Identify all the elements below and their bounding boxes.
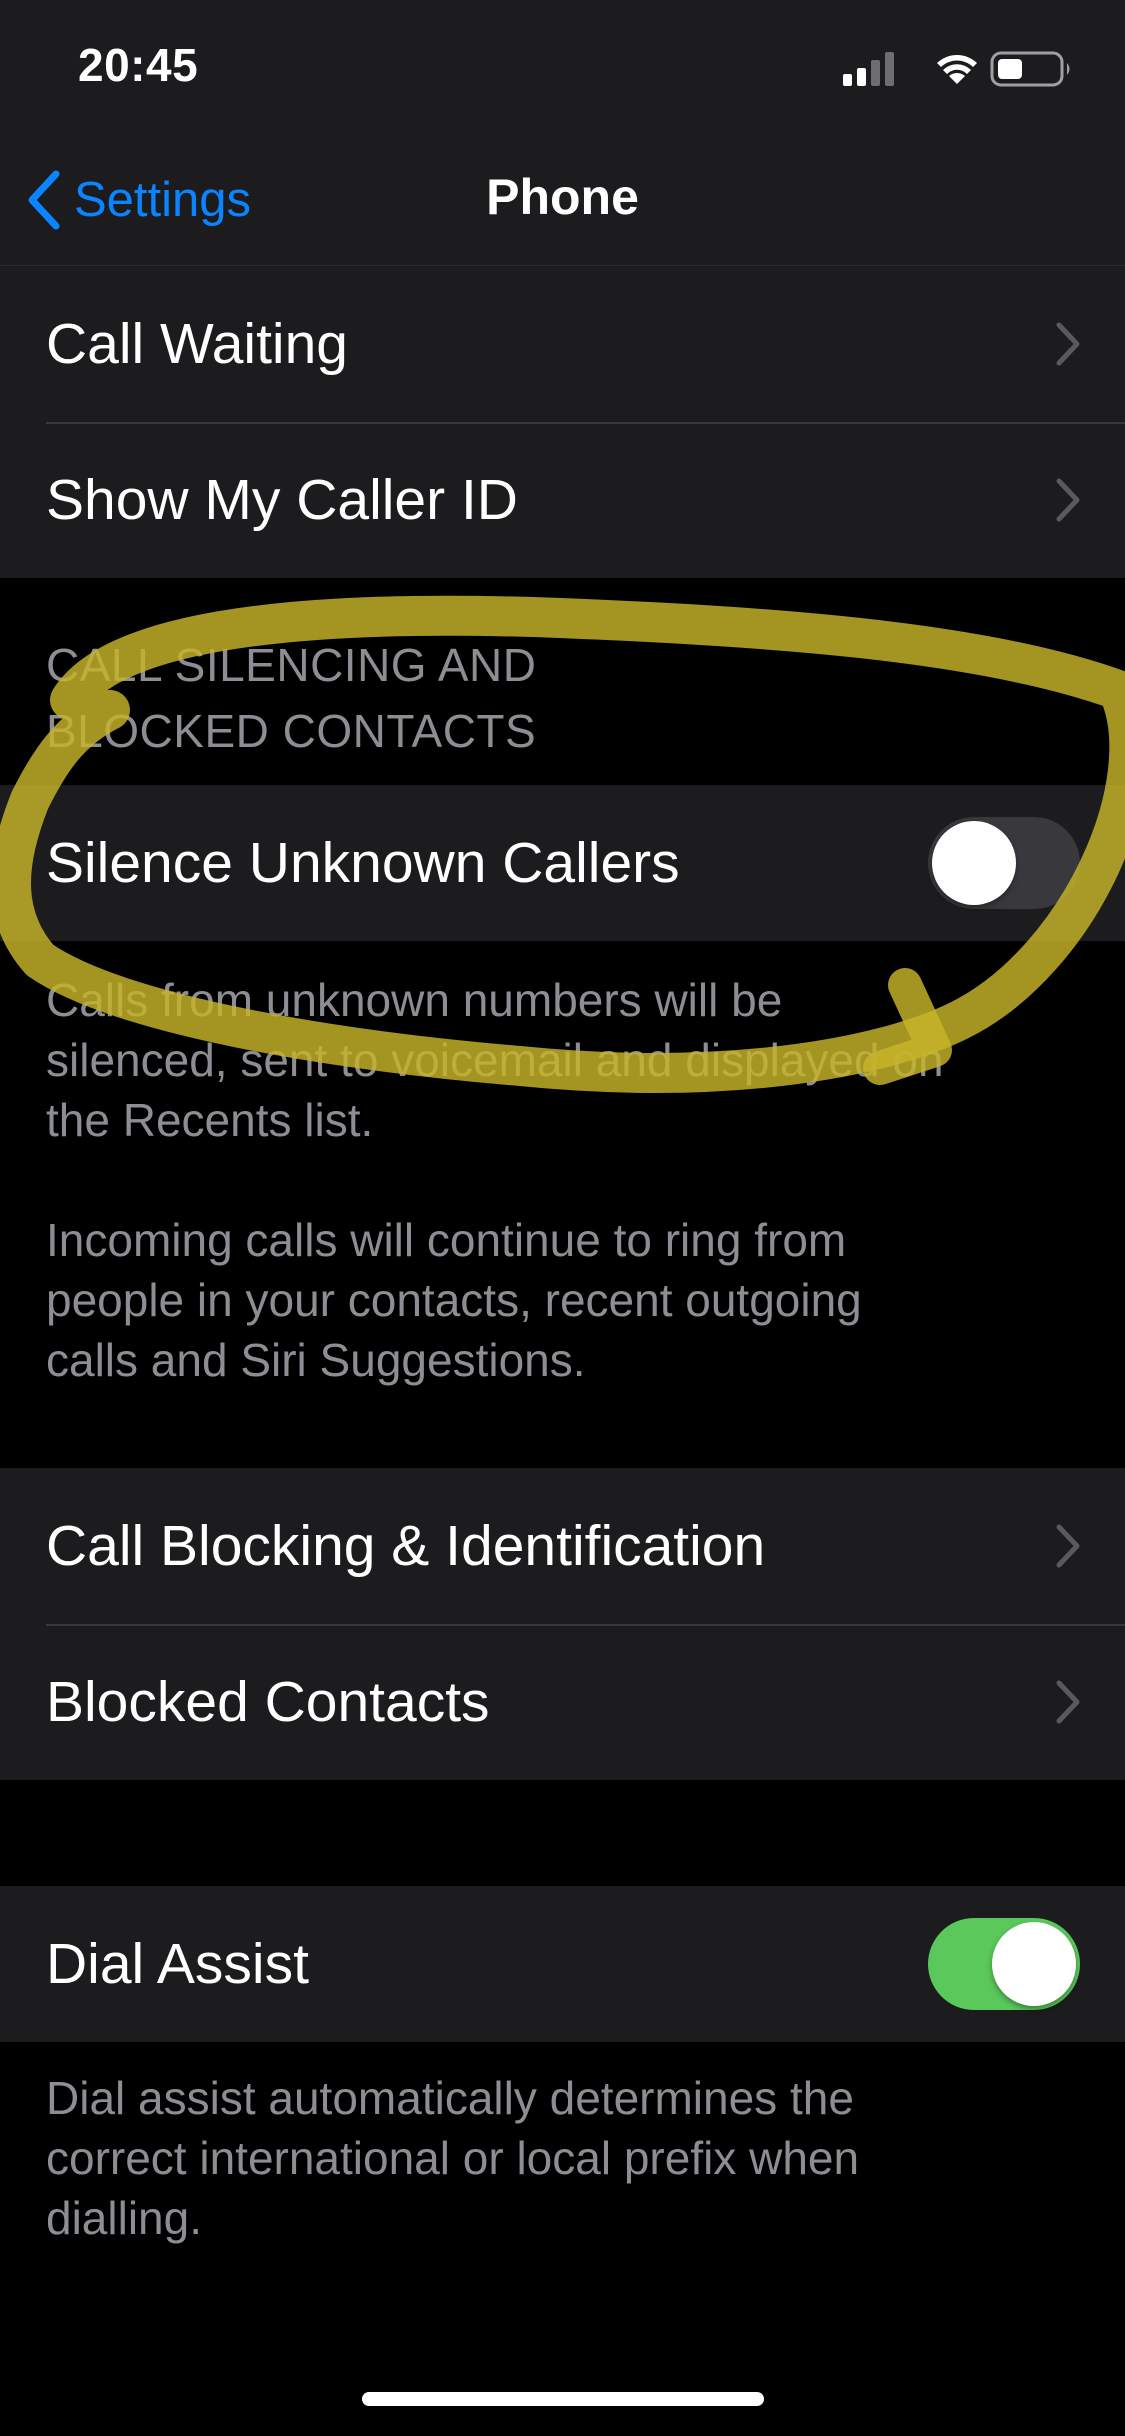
page-title: Phone [486,169,639,225]
row-label: Silence Unknown Callers [46,831,680,895]
dial-assist-row: Dial Assist [0,1886,1125,2042]
phone-settings-screen: 20:45 Settings Phone Call Waiting Show M… [0,0,1125,2436]
silence-unknown-callers-row: Silence Unknown Callers [0,785,1125,941]
footer-line: Incoming calls will continue to ring fro… [46,1214,847,1266]
navigation-bar: 20:45 Settings Phone [0,0,1125,266]
show-caller-id-row[interactable]: Show My Caller ID [0,422,1125,578]
footer-line: calls and Siri Suggestions. [46,1334,586,1386]
footer-line: the Recents list. [46,1094,374,1146]
row-label: Call Waiting [46,312,348,376]
toggle-knob [992,1922,1076,2006]
calls-settings-group: Call Waiting Show My Caller ID [0,266,1125,578]
chevron-right-icon [1056,1524,1080,1568]
dial-assist-footer-text: Dial assist automatically determines the… [46,2068,1076,2248]
silence-unknown-callers-toggle[interactable] [928,817,1080,909]
chevron-right-icon [1056,322,1080,366]
footer-line: Dial assist automatically determines the [46,2072,854,2124]
footer-line: dialling. [46,2192,202,2244]
wifi-icon [937,55,977,84]
toggle-knob [932,821,1016,905]
row-label: Dial Assist [46,1932,309,1996]
cellular-signal-icon [843,52,894,86]
row-label: Show My Caller ID [46,468,518,532]
row-label: Call Blocking & Identification [46,1514,766,1578]
dial-assist-toggle[interactable] [928,1918,1080,2010]
silence-footer-text: Calls from unknown numbers will be silen… [46,970,1076,1390]
blocking-settings-group: Call Blocking & Identification Blocked C… [0,1468,1125,1780]
section-header-call-silencing: CALL SILENCING AND BLOCKED CONTACTS [46,632,746,764]
footer-line: correct international or local prefix wh… [46,2132,860,2184]
call-blocking-identification-row[interactable]: Call Blocking & Identification [0,1468,1125,1624]
status-time: 20:45 [78,39,199,91]
status-icons [841,48,1081,88]
section-header-line: CALL SILENCING AND [46,639,537,691]
section-header-line: BLOCKED CONTACTS [46,705,537,757]
row-label: Blocked Contacts [46,1670,490,1734]
footer-line: Calls from unknown numbers will be [46,974,783,1026]
call-waiting-row[interactable]: Call Waiting [0,266,1125,422]
dial-assist-group: Dial Assist [0,1886,1125,2042]
silence-group: Silence Unknown Callers [0,785,1125,941]
home-indicator[interactable] [362,2392,764,2406]
footer-line: silenced, sent to voicemail and displaye… [46,1034,944,1086]
blocked-contacts-row[interactable]: Blocked Contacts [0,1624,1125,1780]
chevron-right-icon [1056,1680,1080,1724]
chevron-right-icon [1056,478,1080,522]
battery-icon [990,51,1070,87]
footer-line: people in your contacts, recent outgoing [46,1274,862,1326]
